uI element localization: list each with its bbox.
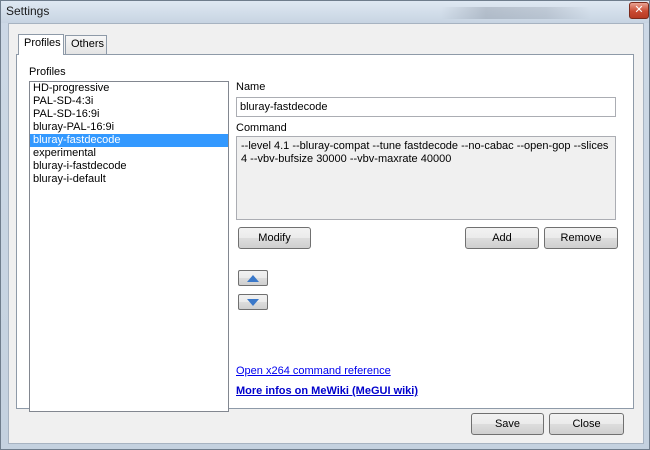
profiles-group-label: Profiles bbox=[29, 66, 66, 78]
close-button[interactable]: Close bbox=[549, 413, 624, 435]
profile-list-item[interactable]: experimental bbox=[30, 147, 228, 160]
profile-list-item[interactable]: HD-progressive bbox=[30, 82, 228, 95]
title-bar[interactable]: Settings ✕ bbox=[1, 1, 649, 23]
profile-list-item[interactable]: bluray-PAL-16:9i bbox=[30, 121, 228, 134]
window-close-button[interactable]: ✕ bbox=[629, 2, 649, 19]
profile-list-item[interactable]: bluray-i-fastdecode bbox=[30, 160, 228, 173]
modify-button[interactable]: Modify bbox=[238, 227, 311, 249]
tab-others[interactable]: Others bbox=[65, 35, 107, 54]
settings-window: Settings ✕ Profiles Others Profiles HD-p… bbox=[0, 0, 650, 450]
move-up-button[interactable] bbox=[238, 270, 268, 286]
profile-list[interactable]: HD-progressive PAL-SD-4:3i PAL-SD-16:9i … bbox=[29, 81, 229, 412]
profile-list-item[interactable]: PAL-SD-16:9i bbox=[30, 108, 228, 121]
dialog-client-area: Profiles Others Profiles HD-progressive … bbox=[8, 23, 644, 444]
profile-list-item-selected[interactable]: bluray-fastdecode bbox=[30, 134, 228, 147]
tab-profiles[interactable]: Profiles bbox=[18, 34, 64, 55]
save-button[interactable]: Save bbox=[471, 413, 544, 435]
arrow-up-icon bbox=[247, 275, 259, 282]
command-label: Command bbox=[236, 122, 287, 134]
x264-reference-link[interactable]: Open x264 command reference bbox=[236, 365, 391, 377]
command-textarea[interactable]: --level 4.1 --bluray-compat --tune fastd… bbox=[236, 136, 616, 220]
title-bar-blur bbox=[441, 7, 591, 19]
window-title: Settings bbox=[6, 4, 50, 18]
profiles-tab-panel: Profiles HD-progressive PAL-SD-4:3i PAL-… bbox=[16, 54, 634, 412]
remove-button[interactable]: Remove bbox=[544, 227, 618, 249]
name-label: Name bbox=[236, 81, 266, 93]
arrow-down-icon bbox=[247, 299, 259, 306]
profile-list-item[interactable]: bluray-i-default bbox=[30, 173, 228, 186]
name-field[interactable]: bluray-fastdecode bbox=[236, 97, 616, 117]
profile-list-item[interactable]: PAL-SD-4:3i bbox=[30, 95, 228, 108]
move-down-button[interactable] bbox=[238, 294, 268, 310]
add-button[interactable]: Add bbox=[465, 227, 539, 249]
mewiki-link[interactable]: More infos on MeWiki (MeGUI wiki) bbox=[236, 385, 418, 397]
